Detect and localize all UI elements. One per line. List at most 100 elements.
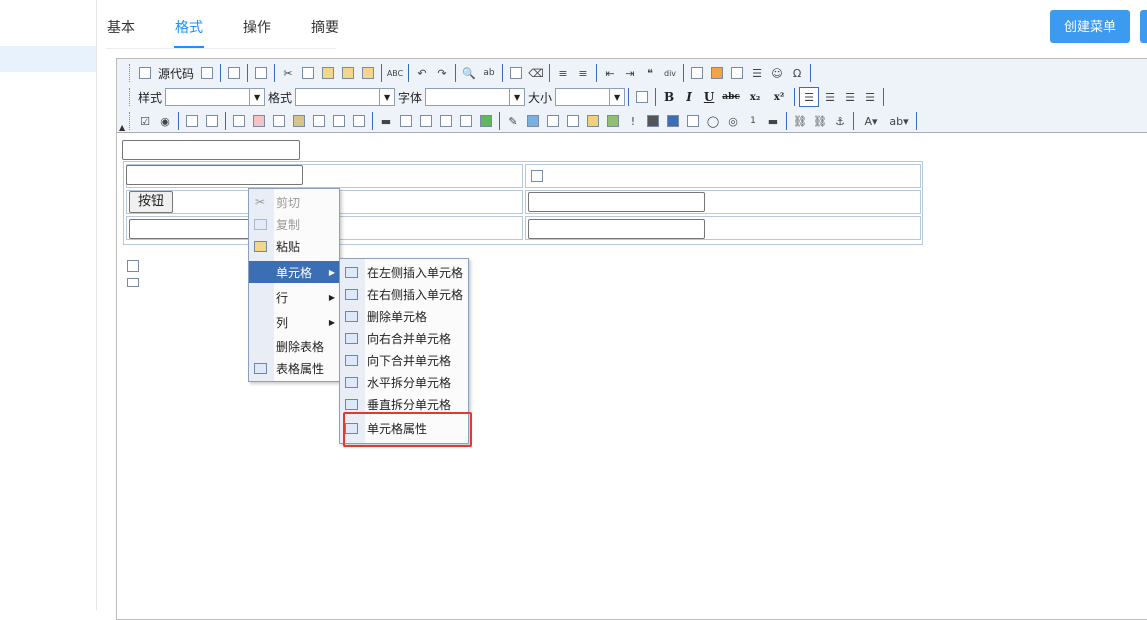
text-input-top[interactable]	[122, 140, 300, 160]
tab-format[interactable]: 格式	[175, 17, 203, 37]
form-icon-8[interactable]	[437, 112, 455, 130]
word-icon[interactable]	[664, 112, 682, 130]
paste-word-icon[interactable]	[359, 64, 377, 82]
form-icon-3[interactable]	[310, 112, 328, 130]
content-icon-2[interactable]	[124, 273, 142, 291]
textarea-icon[interactable]	[203, 112, 221, 130]
image-placeholder-icon[interactable]	[528, 167, 546, 185]
form-icon-1[interactable]	[230, 112, 248, 130]
secondary-button[interactable]	[1140, 10, 1147, 43]
select-all-icon[interactable]	[507, 64, 525, 82]
cut-icon[interactable]: ✂	[279, 64, 297, 82]
pin-icon[interactable]: !	[624, 112, 642, 130]
photo-icon[interactable]	[544, 112, 562, 130]
form-icon-4[interactable]	[330, 112, 348, 130]
underline-button[interactable]: U	[699, 90, 719, 104]
strike-button[interactable]: abc	[719, 92, 743, 102]
indent-icon[interactable]: ⇥	[621, 64, 639, 82]
format-select[interactable]: ▼	[295, 88, 396, 106]
numbered-list-icon[interactable]: ≡	[554, 64, 572, 82]
preview-icon[interactable]	[225, 64, 243, 82]
submenu-merge-right[interactable]: 向右合并单元格	[340, 327, 468, 349]
menu-item-paste[interactable]: 粘贴	[249, 235, 339, 257]
align-right-icon[interactable]: ☰	[841, 88, 859, 106]
menu-item-cell[interactable]: 单元格 ▶	[249, 261, 339, 283]
map-icon[interactable]	[604, 112, 622, 130]
table-icon[interactable]	[728, 64, 746, 82]
bold-button[interactable]: B	[659, 90, 679, 104]
submenu-delete-cell[interactable]: 删除单元格	[340, 305, 468, 327]
submenu-insert-cell-left[interactable]: 在左侧插入单元格	[340, 261, 468, 283]
subscript-button[interactable]: x₂	[743, 92, 767, 103]
align-left-icon[interactable]: ☰	[799, 87, 820, 107]
submenu-merge-down[interactable]: 向下合并单元格	[340, 349, 468, 371]
outdent-icon[interactable]: ⇤	[601, 64, 619, 82]
submenu-split-horizontal[interactable]: 水平拆分单元格	[340, 371, 468, 393]
smiley-icon[interactable]: ☺	[768, 64, 786, 82]
style-select[interactable]: ▼	[165, 88, 266, 106]
form-icon-9[interactable]	[457, 112, 475, 130]
replace-icon[interactable]: ab	[480, 64, 498, 82]
circle-icon[interactable]: ◯	[704, 112, 722, 130]
image-icon[interactable]	[688, 64, 706, 82]
anchor-icon[interactable]: ⚓	[831, 112, 849, 130]
template-icon[interactable]	[198, 64, 216, 82]
textfield-icon[interactable]	[183, 112, 201, 130]
text-input-r3c2[interactable]	[528, 219, 705, 239]
sidebar-selected-item[interactable]	[0, 46, 96, 72]
special-char-icon[interactable]: Ω	[788, 64, 806, 82]
source-icon[interactable]	[136, 64, 154, 82]
horizontal-rule-icon[interactable]: ☰	[748, 64, 766, 82]
document-icon[interactable]	[252, 64, 270, 82]
stamp-icon[interactable]: ◎	[724, 112, 742, 130]
copy-icon[interactable]	[299, 64, 317, 82]
list-icon[interactable]	[477, 112, 495, 130]
tab-operation[interactable]: 操作	[243, 17, 271, 37]
font-select[interactable]: ▼	[425, 88, 526, 106]
background-color-icon[interactable]: ab▾	[886, 112, 912, 130]
content-button[interactable]: 按钮	[129, 191, 173, 213]
form-icon-2[interactable]	[270, 112, 288, 130]
tab-basic[interactable]: 基本	[107, 17, 135, 37]
chart-icon[interactable]	[584, 112, 602, 130]
line-icon[interactable]: ▬	[377, 112, 395, 130]
find-icon[interactable]: 🔍	[460, 64, 478, 82]
link-icon[interactable]: ⛓	[791, 112, 809, 130]
text-input-r2c2[interactable]	[528, 192, 705, 212]
blockquote-icon[interactable]: ❝	[641, 64, 659, 82]
menu-item-column[interactable]: 列 ▶	[249, 311, 339, 333]
menu-item-cut[interactable]: ✂ 剪切	[249, 191, 339, 213]
flash-icon[interactable]	[708, 64, 726, 82]
form-icon-6[interactable]	[397, 112, 415, 130]
create-menu-button[interactable]: 创建菜单	[1050, 10, 1130, 43]
submenu-insert-cell-right[interactable]: 在右侧插入单元格	[340, 283, 468, 305]
form-icon-5[interactable]	[350, 112, 368, 130]
unlink-icon[interactable]: ⛓	[811, 112, 829, 130]
qrcode-icon[interactable]	[644, 112, 662, 130]
size-select[interactable]: ▼	[555, 88, 626, 106]
number-icon[interactable]: 1	[744, 112, 762, 130]
italic-button[interactable]: I	[679, 90, 699, 104]
bullet-list-icon[interactable]: ≡	[574, 64, 592, 82]
calendar-icon[interactable]	[250, 112, 268, 130]
menu-item-copy[interactable]: 复制	[249, 213, 339, 235]
camera-icon[interactable]	[564, 112, 582, 130]
table-cell[interactable]	[525, 164, 921, 188]
form-icon-10[interactable]	[684, 112, 702, 130]
superscript-button[interactable]: x²	[767, 92, 791, 103]
text-input-r1c1[interactable]	[126, 165, 303, 185]
spellcheck-icon[interactable]: ABC	[386, 64, 404, 82]
menu-item-table-properties[interactable]: 表格属性	[249, 357, 339, 379]
layers-icon[interactable]	[524, 112, 542, 130]
align-justify-icon[interactable]: ☰	[861, 88, 879, 106]
pencil-icon[interactable]: ✎	[504, 112, 522, 130]
redo-icon[interactable]: ↷	[433, 64, 451, 82]
maximize-icon[interactable]	[633, 88, 651, 106]
div-icon[interactable]: div	[661, 64, 679, 82]
checkbox-icon[interactable]: ☑	[136, 112, 154, 130]
radio-icon[interactable]: ◉	[156, 112, 174, 130]
menu-item-row[interactable]: 行 ▶	[249, 286, 339, 308]
paste-icon[interactable]	[319, 64, 337, 82]
form-icon-7[interactable]	[417, 112, 435, 130]
tab-summary[interactable]: 摘要	[311, 17, 339, 37]
